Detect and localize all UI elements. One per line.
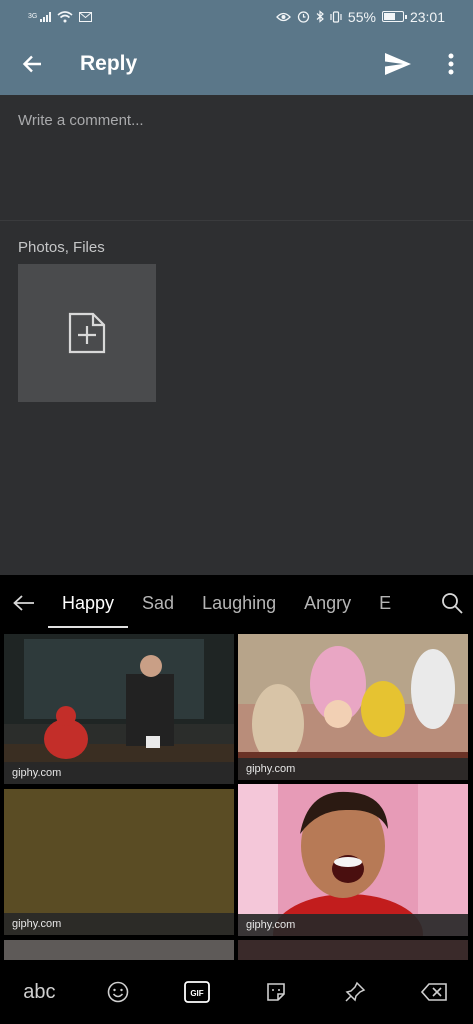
keyboard-bottom-bar: abc GIF (0, 960, 473, 1024)
status-left: 3G (28, 10, 93, 23)
battery-percent: 55% (347, 8, 376, 25)
gif-result[interactable]: giphy.com (4, 634, 234, 784)
clock: 23:01 (409, 8, 445, 25)
gif-icon-label: GIF (190, 989, 203, 998)
gif-icon: GIF (184, 981, 210, 1003)
more-vert-icon (448, 53, 454, 75)
arrow-left-icon (22, 55, 41, 73)
backspace-button[interactable] (406, 968, 462, 1016)
bluetooth-icon (316, 10, 324, 23)
status-bar: 3G 55% 23:01 (0, 0, 473, 33)
add-attachment-button[interactable] (18, 264, 156, 402)
gif-result[interactable]: giphy.com (238, 784, 468, 936)
gif-results-grid: giphy.com giphy.com giphy.com giphy.com (0, 632, 473, 960)
tab-next[interactable]: E (365, 575, 405, 631)
status-right: 55% 23:01 (276, 9, 445, 25)
gif-keyboard: Happy Sad Laughing Angry E giphy.com gip… (0, 575, 473, 1024)
gif-category-bar: Happy Sad Laughing Angry E (0, 575, 473, 631)
add-file-icon (68, 312, 106, 354)
gif-category-tabs: Happy Sad Laughing Angry E (48, 575, 431, 631)
gif-button[interactable]: GIF (169, 968, 225, 1016)
page-title: Reply (80, 52, 138, 75)
pin-icon (345, 981, 365, 1002)
battery-icon (381, 11, 407, 22)
arrow-left-icon (13, 595, 34, 611)
battery-fill (383, 13, 395, 20)
gif-result[interactable]: giphy.com (238, 634, 468, 780)
tab-sad[interactable]: Sad (128, 575, 188, 631)
send-button[interactable] (373, 33, 423, 95)
gif-source-label: giphy.com (238, 914, 468, 936)
mail-icon (79, 11, 93, 22)
sticker-button[interactable] (248, 968, 304, 1016)
gif-result[interactable] (238, 940, 468, 960)
comment-input[interactable] (18, 112, 448, 129)
vibrate-icon (330, 10, 342, 23)
emoji-icon (107, 981, 129, 1003)
tab-laughing[interactable]: Laughing (188, 575, 290, 631)
send-icon (385, 53, 411, 75)
tab-happy[interactable]: Happy (48, 575, 129, 631)
keyboard-back-button[interactable] (0, 575, 48, 631)
tab-angry[interactable]: Angry (290, 575, 365, 631)
abc-button[interactable]: abc (11, 968, 67, 1016)
gif-result[interactable]: giphy.com (4, 789, 234, 935)
attachments-label: Photos, Files (18, 239, 105, 256)
eye-icon (276, 12, 291, 21)
gif-source-label: giphy.com (238, 758, 468, 780)
comment-area (0, 95, 473, 221)
gif-result[interactable] (4, 940, 234, 960)
pin-button[interactable] (327, 968, 383, 1016)
gif-search-button[interactable] (431, 575, 473, 631)
gif-source-label: giphy.com (4, 762, 234, 784)
network-type: 3G (28, 13, 38, 20)
signal-icon (40, 11, 52, 22)
back-button[interactable] (0, 33, 64, 95)
sticker-icon (267, 983, 285, 1001)
app-bar: Reply (0, 33, 473, 95)
emoji-button[interactable] (90, 968, 146, 1016)
search-icon (442, 593, 463, 614)
backspace-icon (420, 983, 447, 1001)
more-options-button[interactable] (429, 33, 473, 95)
alarm-icon (297, 11, 310, 23)
wifi-icon (57, 10, 73, 22)
gif-source-label: giphy.com (4, 913, 234, 935)
